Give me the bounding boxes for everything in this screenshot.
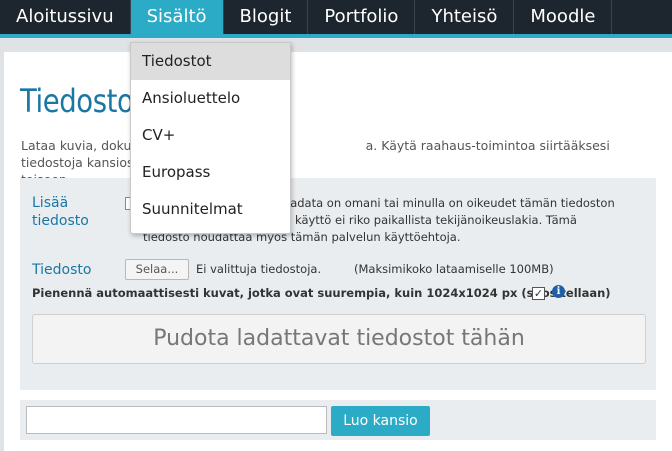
terms-line2: on käyttö ei riko paikallista tekijänoik… <box>277 213 577 227</box>
nav-item-portfolio[interactable]: Portfolio <box>308 0 416 34</box>
resize-checkbox[interactable]: ✓ <box>532 287 545 300</box>
max-size-text: (Maksimikoko lataamiselle 100MB) <box>354 262 554 276</box>
upload-form: Lisää tiedosto ladata on omani tai minul… <box>20 178 656 390</box>
page-title: Tiedostot <box>20 82 144 120</box>
add-file-label: Lisää tiedosto <box>32 194 89 230</box>
nav-item-sisalto[interactable]: Sisältö <box>130 0 224 34</box>
nav-item-aloitussivu[interactable]: Aloitussivu <box>0 0 131 34</box>
dropdown-item-ansioluettelo[interactable]: Ansioluettelo <box>131 80 290 117</box>
page-content: Tiedostot Lataa kuvia, dokum a. Käytä raa… <box>4 52 672 451</box>
main-navigation: Aloitussivu Sisältö Blogit Portfolio Yht… <box>0 0 672 38</box>
nav-item-moodle[interactable]: Moodle <box>514 0 613 34</box>
create-folder-panel: Luo kansio <box>20 400 656 440</box>
resize-label: Pienennä automaattisesti kuvat, jotka ov… <box>32 286 611 300</box>
nav-item-blogit[interactable]: Blogit <box>224 0 309 34</box>
dropdown-item-europass[interactable]: Europass <box>131 154 290 191</box>
no-file-text: Ei valittuja tiedostoja. <box>196 262 322 276</box>
nav-item-yhteiso[interactable]: Yhteisö <box>415 0 515 34</box>
file-label: Tiedosto <box>32 262 92 278</box>
add-file-label-line1: Lisää <box>32 195 69 211</box>
create-folder-button[interactable]: Luo kansio <box>331 406 430 436</box>
info-icon[interactable]: i <box>552 285 565 298</box>
add-file-label-line2: tiedosto <box>32 213 89 229</box>
browse-button[interactable]: Selaa... <box>125 259 189 280</box>
dropdown-item-suunnitelmat[interactable]: Suunnitelmat <box>131 191 290 228</box>
terms-line1: ladata on omani tai minulla on oikeudet … <box>287 196 615 210</box>
file-dropzone[interactable]: Pudota ladattavat tiedostot tähän <box>32 314 646 364</box>
dropdown-item-tiedostot[interactable]: Tiedostot <box>131 43 290 80</box>
dropdown-item-cv-plus[interactable]: CV+ <box>131 117 290 154</box>
intro-line1-start: Lataa kuvia, dokum <box>21 138 144 153</box>
folder-name-input[interactable] <box>26 406 327 434</box>
content-dropdown-menu: Tiedostot Ansioluettelo CV+ Europass Suu… <box>130 42 291 234</box>
